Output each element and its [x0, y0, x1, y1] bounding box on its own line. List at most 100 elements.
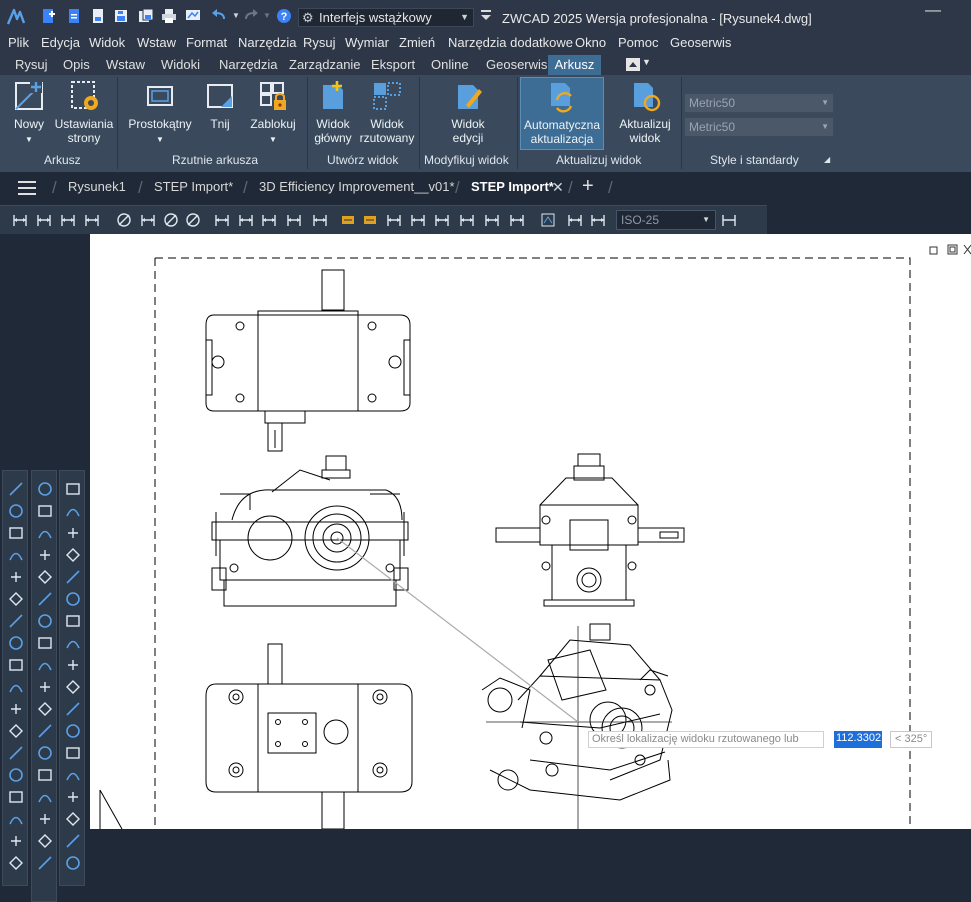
doc-tab-rysunek1[interactable]: Rysunek1	[68, 179, 126, 194]
menu-narzedzia-dodatkowe[interactable]: Narzędzia dodatkowe	[448, 35, 573, 50]
add-tab-icon[interactable]: +	[582, 175, 594, 198]
ribbon-minimize-button[interactable]	[626, 58, 640, 71]
helix-icon[interactable]	[65, 789, 81, 805]
baseline-icon[interactable]	[238, 212, 254, 228]
viewport-controls[interactable]	[929, 244, 971, 255]
mtext-icon[interactable]	[8, 855, 24, 871]
widok-rzutowany-button[interactable]: Widok rzutowany	[358, 79, 416, 149]
redo-dropdown-icon[interactable]: ▼	[259, 8, 275, 24]
tab-geoserwis[interactable]: Geoserwis	[480, 55, 553, 75]
tab-widoki[interactable]: Widoki	[155, 55, 206, 75]
tab-opis[interactable]: Opis	[57, 55, 96, 75]
menu-wstaw[interactable]: Wstaw	[137, 35, 176, 50]
explode-icon[interactable]	[37, 811, 53, 827]
menu-pomoc[interactable]: Pomoc	[618, 35, 658, 50]
prostokatny-button[interactable]: Prostokątny ▼	[126, 79, 194, 149]
offset-icon[interactable]	[37, 547, 53, 563]
region-icon[interactable]	[8, 811, 24, 827]
redo-icon[interactable]	[243, 8, 259, 24]
gradient-icon[interactable]	[37, 833, 53, 849]
mirror-icon[interactable]	[37, 525, 53, 541]
mline-icon[interactable]	[65, 503, 81, 519]
menu-wymiar[interactable]: Wymiar	[345, 35, 389, 50]
ellipse-arc-icon[interactable]	[8, 701, 24, 717]
dim-edit-icon[interactable]	[434, 212, 450, 228]
insert-block-icon[interactable]	[8, 723, 24, 739]
erase-icon[interactable]	[37, 481, 53, 497]
tab-arkusz[interactable]: Arkusz	[548, 55, 601, 75]
circle2-icon[interactable]	[65, 613, 81, 629]
dim-break-icon[interactable]	[312, 212, 328, 228]
style-select-2[interactable]: Metric50 ▼	[684, 117, 834, 137]
doc-tab-3d-efficiency[interactable]: 3D Efficiency Improvement__v01*	[259, 179, 455, 194]
widok-glowny-button[interactable]: Widok główny	[309, 79, 357, 149]
ellipse-icon[interactable]	[8, 679, 24, 695]
menu-geoserwis[interactable]: Geoserwis	[670, 35, 731, 50]
ray-icon[interactable]	[8, 503, 24, 519]
automatyczna-aktualizacja-button[interactable]: Automatyczna aktualizacja	[520, 77, 604, 150]
new-file-icon[interactable]	[40, 8, 56, 24]
rect2-icon[interactable]	[65, 635, 81, 651]
menu-zmien[interactable]: Zmień	[399, 35, 435, 50]
extend-icon[interactable]	[37, 701, 53, 717]
chamfer-icon[interactable]	[37, 767, 53, 783]
hamburger-menu-icon[interactable]	[18, 181, 36, 200]
aligned-dim-icon[interactable]	[36, 212, 52, 228]
point-icon[interactable]	[8, 767, 24, 783]
menu-widok[interactable]: Widok	[89, 35, 125, 50]
close-tab-icon[interactable]: ✕	[552, 179, 564, 196]
diameter-icon[interactable]	[163, 212, 179, 228]
dim-style-manager-icon[interactable]	[567, 212, 583, 228]
polygon-icon[interactable]	[8, 547, 24, 563]
minimize-icon[interactable]: —	[925, 2, 941, 20]
menu-rysuj[interactable]: Rysuj	[303, 35, 336, 50]
wipeout-icon[interactable]	[65, 701, 81, 717]
3d-block-icon[interactable]	[37, 855, 53, 871]
make-block-icon[interactable]	[8, 745, 24, 761]
save-as-icon[interactable]	[138, 8, 154, 24]
xline-icon[interactable]	[65, 481, 81, 497]
revcloud-icon[interactable]	[65, 723, 81, 739]
dim-style-select[interactable]: ISO-25 ▼	[616, 210, 716, 230]
menu-plik[interactable]: Plik	[8, 35, 29, 50]
continue-icon[interactable]	[261, 212, 277, 228]
ellipse2-icon[interactable]	[65, 657, 81, 673]
tab-narzedzia[interactable]: Narzędzia	[213, 55, 284, 75]
arc-length-icon[interactable]	[60, 212, 76, 228]
dim-override-icon[interactable]	[509, 212, 525, 228]
dynamic-input-distance[interactable]: 112.3302	[834, 731, 882, 748]
join-icon[interactable]	[37, 745, 53, 761]
jogged-linear-icon[interactable]	[410, 212, 426, 228]
move-icon[interactable]	[37, 591, 53, 607]
dim-style-icon[interactable]	[540, 212, 556, 228]
array-icon[interactable]	[37, 569, 53, 585]
jogged-icon[interactable]	[140, 212, 156, 228]
dynamic-input-angle[interactable]: < 325°	[890, 731, 932, 748]
fillet-icon[interactable]	[37, 789, 53, 805]
doc-tab-step-import-1[interactable]: STEP Import*	[154, 179, 233, 194]
angular-icon[interactable]	[185, 212, 201, 228]
tnij-button[interactable]: Tnij	[200, 79, 240, 149]
style-select-1[interactable]: Metric50 ▼	[684, 93, 834, 113]
block2-icon[interactable]	[65, 811, 81, 827]
save-icon[interactable]	[113, 8, 129, 24]
menu-narzedzia[interactable]: Narzędzia	[238, 35, 297, 50]
arc-icon[interactable]	[8, 591, 24, 607]
menu-format[interactable]: Format	[186, 35, 227, 50]
new-from-template-icon[interactable]	[66, 8, 82, 24]
line-icon[interactable]	[8, 481, 24, 497]
scale-icon[interactable]	[37, 635, 53, 651]
magnet-icon[interactable]	[65, 855, 81, 871]
cloud-icon[interactable]	[8, 635, 24, 651]
hatch-icon[interactable]	[8, 789, 24, 805]
undo-icon[interactable]	[211, 8, 227, 24]
rotate-icon[interactable]	[37, 613, 53, 629]
dim-text-edit-icon[interactable]	[459, 212, 475, 228]
ordinate-icon[interactable]	[84, 212, 100, 228]
inspection-icon[interactable]	[386, 212, 402, 228]
copy-icon[interactable]	[37, 503, 53, 519]
plot-icon[interactable]	[185, 8, 201, 24]
doc-tab-step-import-active[interactable]: STEP Import*	[471, 179, 554, 194]
solid-icon[interactable]	[65, 745, 81, 761]
arc2-icon[interactable]	[65, 569, 81, 585]
